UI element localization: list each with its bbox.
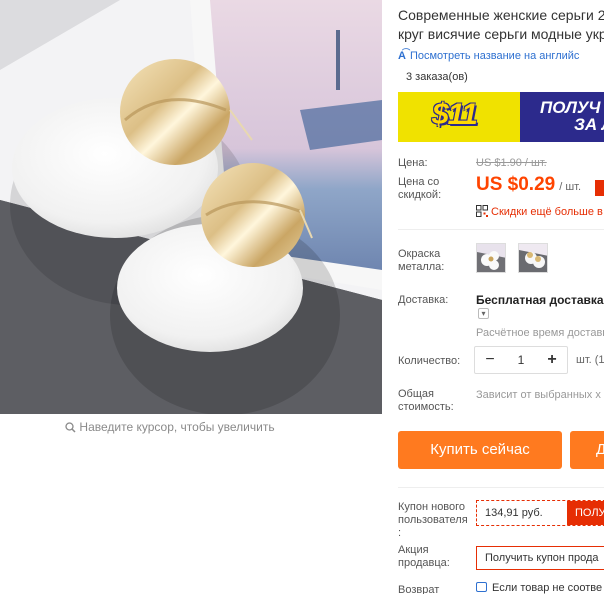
seller-promo-label-line-1: Акция (398, 544, 429, 556)
quantity-input[interactable] (503, 347, 539, 373)
product-title-line-2: круг висячие серьги модные укр (398, 26, 604, 42)
swatch-2-image (519, 244, 547, 272)
returns-label: Возврат (398, 584, 440, 594)
returns-text: Если товар не соотве (492, 582, 603, 594)
more-discounts-text: Скидки ещё больше в (491, 206, 603, 218)
magnifier-icon (65, 422, 76, 436)
quantity-decrease-button[interactable]: − (477, 347, 503, 373)
quantity-increase-button[interactable]: + (539, 347, 565, 373)
orders-count: 3 заказа(ов) (406, 71, 468, 83)
current-price-line: US $0.29/ шт. (476, 174, 581, 196)
add-to-cart-button[interactable]: Д (570, 431, 604, 469)
promo-banner-slogan-line-1: ПОЛУЧ (540, 98, 601, 117)
divider (398, 487, 604, 488)
zoom-hint: Наведите курсор, чтобы увеличить (0, 420, 340, 436)
quantity-stepper: − + (474, 346, 568, 374)
total-cost-label-line-2: стоимость: (398, 401, 454, 413)
divider (398, 229, 604, 230)
promo-banner-slogan-line-2: ЗА Л (574, 115, 604, 134)
swatch-1-image (477, 244, 505, 272)
seller-promo-label: Акция продавца: (398, 544, 450, 570)
earring-photo (0, 0, 382, 414)
shipping-eta: Расчётное время доставк (476, 327, 604, 339)
discount-badge (595, 180, 604, 196)
promo-banner[interactable]: $11 ПОЛУЧ ЗА Л (398, 92, 604, 142)
new-user-coupon-label-line-2: пользователя (398, 514, 468, 526)
shipping-label: Доставка: (398, 294, 449, 306)
translate-link-text: Посмотреть название на английс (409, 50, 580, 62)
metal-color-label-line-2: металла: (398, 261, 445, 273)
quantity-label: Количество: (398, 355, 461, 367)
promo-banner-slogan: ПОЛУЧ ЗА Л (540, 99, 604, 133)
product-title: Современные женские серьги 2 круг висячи… (398, 6, 604, 44)
qr-code-icon (476, 205, 488, 217)
return-policy-icon (476, 582, 487, 592)
product-main-image[interactable] (0, 0, 382, 414)
new-user-coupon-label-line-3: : (398, 527, 402, 539)
total-cost-hint: Зависит от выбранных х (476, 389, 601, 401)
color-swatch-2[interactable] (518, 243, 548, 273)
color-swatch-1[interactable] (476, 243, 506, 273)
metal-color-label-line-1: Окраска (398, 248, 441, 260)
current-price: US $0.29 (476, 174, 556, 195)
translate-icon: A͡ (398, 50, 406, 62)
promo-banner-amount: $11 (432, 98, 478, 131)
discount-price-label-line-1: Цена со (398, 176, 440, 188)
shipping-options-toggle[interactable]: ▾ (478, 308, 489, 319)
returns-info: Если товар не соотве (476, 582, 602, 594)
get-new-user-coupon-button[interactable]: ПОЛУ (567, 501, 604, 525)
new-user-coupon: 134,91 руб. ПОЛУ (476, 500, 604, 526)
translate-title-link[interactable]: A͡ Посмотреть название на английс (398, 50, 579, 62)
get-seller-coupon-button[interactable]: Получить купон прода (476, 546, 604, 570)
new-user-coupon-label: Купон нового пользователя : (398, 501, 468, 540)
product-info-panel: Современные женские серьги 2 круг висячи… (398, 0, 604, 594)
product-title-line-1: Современные женские серьги 2 (398, 7, 604, 23)
price-unit: / шт. (559, 181, 582, 193)
old-price: US $1.90 / шт. (476, 157, 547, 169)
zoom-hint-text: Наведите курсор, чтобы увеличить (79, 420, 275, 434)
discount-price-label-line-2: скидкой: (398, 189, 442, 201)
more-discounts-link[interactable]: Скидки ещё больше в (476, 205, 603, 218)
quantity-unit: шт. (1 (576, 354, 604, 366)
metal-color-label: Окраска металла: (398, 248, 444, 274)
buy-now-button[interactable]: Купить сейчас (398, 431, 562, 469)
price-label: Цена: (398, 157, 428, 169)
discount-price-label: Цена со скидкой: (398, 176, 441, 202)
product-gallery: Наведите курсор, чтобы увеличить (0, 0, 382, 594)
seller-promo-label-line-2: продавца: (398, 557, 450, 569)
total-cost-label: Общая стоимость: (398, 388, 454, 414)
total-cost-label-line-1: Общая (398, 388, 434, 400)
shipping-title: Бесплатная доставка в (476, 293, 604, 307)
new-user-coupon-amount: 134,91 руб. (485, 507, 543, 519)
new-user-coupon-label-line-1: Купон нового (398, 501, 466, 513)
